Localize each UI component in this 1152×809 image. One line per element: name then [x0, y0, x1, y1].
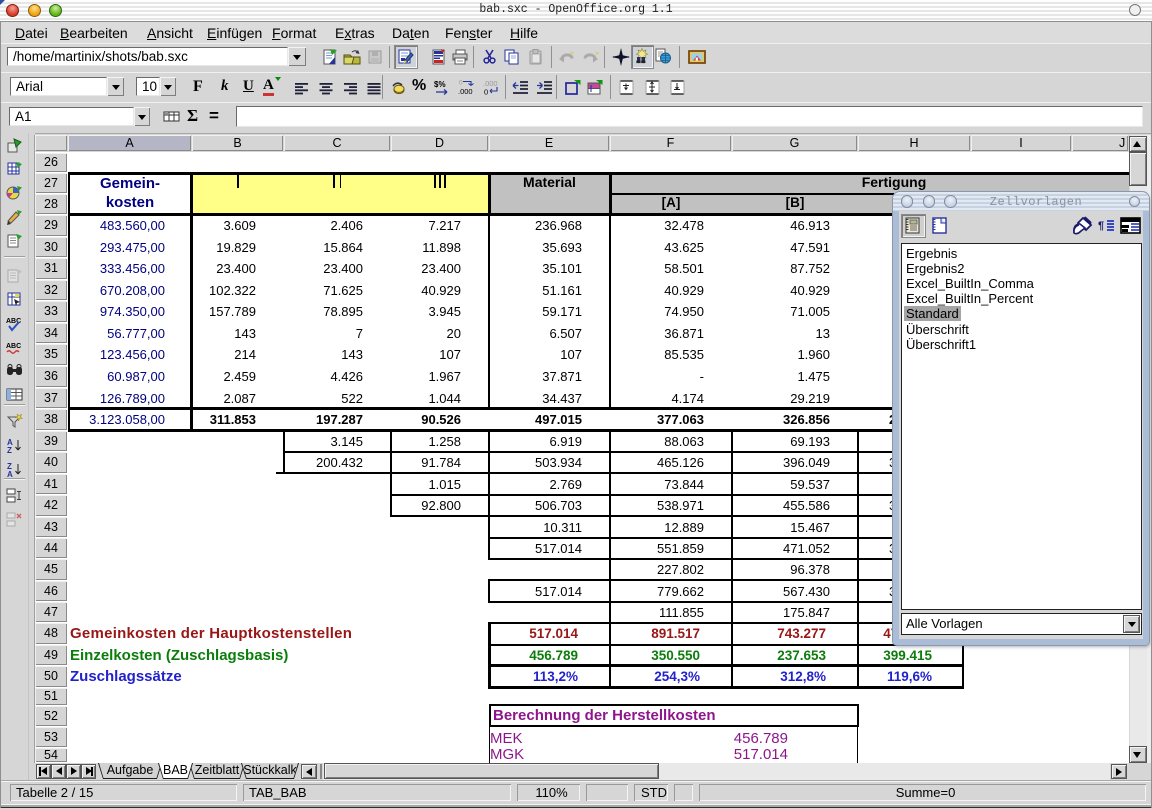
svg-text:¶: ¶ [1098, 220, 1104, 232]
svg-text:0: 0 [484, 88, 488, 97]
svg-text:0: 0 [459, 80, 463, 87]
svg-text:ABC: ABC [6, 318, 21, 325]
svg-text:A: A [7, 470, 13, 478]
svg-text:ABC: ABC [6, 343, 21, 350]
svg-text:.000: .000 [458, 87, 473, 96]
svg-text:Z: Z [7, 446, 12, 454]
svg-text:$%: $% [434, 80, 446, 89]
